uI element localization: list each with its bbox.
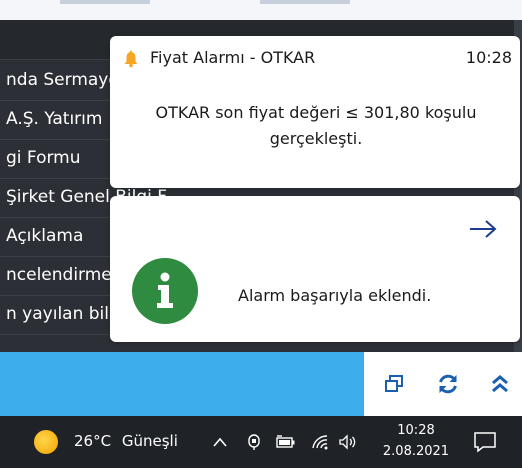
background-blue-bar: [0, 352, 364, 416]
toast-message: Alarm başarıyla eklendi.: [238, 286, 432, 305]
price-alarm-toast[interactable]: Fiyat Alarmı - OTKAR 10:28 OTKAR son fiy…: [110, 36, 520, 188]
weather-temp: 26°C: [74, 432, 112, 450]
background-top-bar: [0, 0, 522, 20]
pen-icon[interactable]: [244, 432, 264, 452]
top-tab-indicator: [260, 0, 350, 4]
collapse-up-icon[interactable]: [484, 368, 516, 400]
restore-window-icon[interactable]: [378, 368, 410, 400]
taskbar: 26°C Güneşli 10:28 2.08.2021: [0, 416, 522, 468]
notification-icon[interactable]: [472, 430, 498, 454]
toast-title: Fiyat Alarmı - OTKAR: [150, 48, 316, 67]
chevron-up-icon[interactable]: [210, 432, 230, 452]
alarm-added-toast[interactable]: Alarm başarıyla eklendi.: [110, 196, 520, 342]
wifi-icon[interactable]: [310, 432, 330, 452]
clock-date: 2.08.2021: [382, 444, 450, 459]
battery-icon[interactable]: [276, 432, 296, 452]
weather-widget[interactable]: 26°C Güneşli: [74, 432, 178, 450]
arrow-right-icon[interactable]: [466, 214, 500, 244]
refresh-icon[interactable]: [432, 368, 464, 400]
toast-time: 10:28: [465, 48, 512, 67]
weather-desc: Güneşli: [121, 432, 178, 450]
volume-icon[interactable]: [338, 432, 358, 452]
clock-time: 10:28: [397, 423, 435, 438]
background-toolbar: [364, 352, 522, 416]
sun-icon[interactable]: [34, 430, 58, 454]
info-icon: [132, 258, 198, 324]
toast-message: OTKAR son fiyat değeri ≤ 301,80 koşulu g…: [155, 103, 477, 148]
taskbar-clock[interactable]: 10:28 2.08.2021: [376, 420, 456, 462]
top-tab-indicator: [60, 0, 150, 4]
toast-header: Fiyat Alarmı - OTKAR 10:28: [120, 48, 512, 70]
bell-icon: [122, 50, 140, 68]
